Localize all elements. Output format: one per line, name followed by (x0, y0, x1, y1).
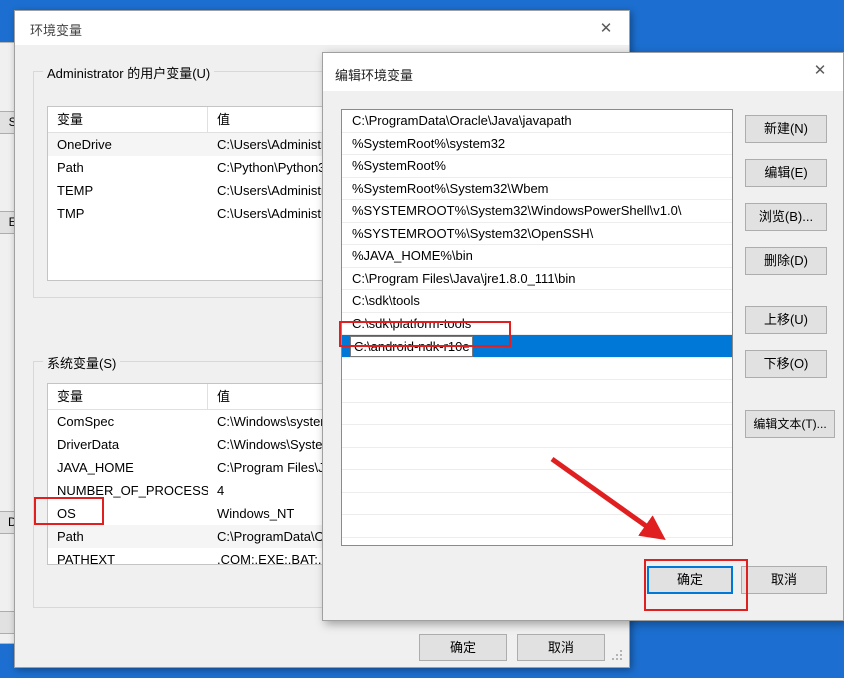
env-dialog-ok-button[interactable]: 确定 (419, 634, 507, 661)
system-variables-group-label: 系统变量(S) (43, 353, 121, 372)
list-item[interactable]: %SYSTEMROOT%\System32\WindowsPowerShell\… (342, 200, 732, 223)
column-header-value: 值 (217, 112, 231, 127)
variable-name: NUMBER_OF_PROCESSORS (57, 483, 208, 498)
variable-name: OneDrive (57, 137, 112, 152)
list-item-empty[interactable] (342, 358, 732, 380)
list-item-empty[interactable] (342, 493, 732, 515)
list-item-empty[interactable] (342, 380, 732, 403)
list-item[interactable]: C:\sdk\platform-tools (342, 313, 732, 335)
list-item-empty[interactable] (342, 538, 732, 546)
list-item[interactable]: C:\ProgramData\Oracle\Java\javapath (342, 110, 732, 133)
list-item-selected[interactable]: C:\android-ndk-r10e (342, 335, 732, 358)
variable-name: OS (57, 506, 76, 521)
list-item[interactable]: %JAVA_HOME%\bin (342, 245, 732, 268)
variable-name: TMP (57, 206, 85, 221)
env-dialog-cancel-button[interactable]: 取消 (517, 634, 605, 661)
column-header-name: 变量 (48, 107, 208, 132)
list-item[interactable]: %SYSTEMROOT%\System32\OpenSSH\ (342, 223, 732, 245)
list-item[interactable]: C:\Program Files\Java\jre1.8.0_111\bin (342, 268, 732, 290)
list-item[interactable]: %SystemRoot%\system32 (342, 133, 732, 155)
list-item-empty[interactable] (342, 425, 732, 448)
path-entry-edit-input[interactable]: C:\android-ndk-r10e (350, 336, 473, 357)
browse-button[interactable]: 浏览(B)... (745, 203, 827, 231)
edit-dialog-titlebar[interactable]: 编辑环境变量 ✕ (323, 53, 843, 91)
list-item-empty[interactable] (342, 403, 732, 425)
column-header-value: 值 (217, 389, 231, 404)
edit-dialog-cancel-button[interactable]: 取消 (741, 566, 827, 594)
variable-name: DriverData (57, 437, 120, 452)
edit-text-button[interactable]: 编辑文本(T)... (745, 410, 835, 438)
list-item-empty[interactable] (342, 470, 732, 493)
variable-name: PATHEXT (57, 552, 116, 565)
close-icon[interactable]: ✕ (797, 53, 843, 86)
delete-button[interactable]: 删除(D) (745, 247, 827, 275)
edit-dialog-ok-button[interactable]: 确定 (647, 566, 733, 594)
variable-name: Path (57, 529, 84, 544)
user-variables-group-label: Administrator 的用户变量(U) (43, 63, 215, 82)
variable-name: ComSpec (57, 414, 115, 429)
move-up-button[interactable]: 上移(U) (745, 306, 827, 334)
annotation-arrow-icon (550, 456, 666, 540)
list-item[interactable]: %SystemRoot% (342, 155, 732, 178)
column-header-name: 变量 (48, 384, 208, 409)
edit-dialog-title: 编辑环境变量 (335, 68, 414, 83)
path-entry-list[interactable]: C:\ProgramData\Oracle\Java\javapath %Sys… (341, 109, 733, 546)
list-item[interactable]: %SystemRoot%\System32\Wbem (342, 178, 732, 200)
list-item-empty[interactable] (342, 448, 732, 470)
close-icon[interactable]: ✕ (583, 11, 629, 44)
list-item[interactable]: C:\sdk\tools (342, 290, 732, 313)
variable-name: Path (57, 160, 84, 175)
env-dialog-titlebar[interactable]: 环境变量 ✕ (15, 11, 629, 45)
env-dialog-title: 环境变量 (30, 23, 83, 38)
resize-grip[interactable] (612, 650, 624, 662)
edit-button[interactable]: 编辑(E) (745, 159, 827, 187)
list-item-empty[interactable] (342, 515, 732, 538)
move-down-button[interactable]: 下移(O) (745, 350, 827, 378)
new-button[interactable]: 新建(N) (745, 115, 827, 143)
variable-name: JAVA_HOME (57, 460, 134, 475)
variable-name: TEMP (57, 183, 94, 198)
